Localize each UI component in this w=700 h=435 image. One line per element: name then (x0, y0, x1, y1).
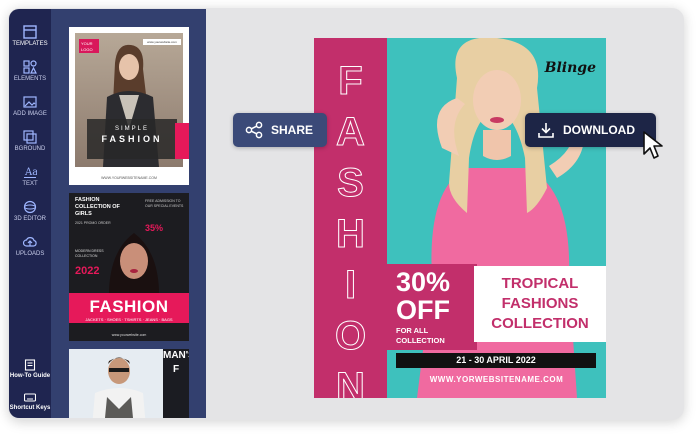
man-photo (92, 357, 146, 418)
template-side-title: MAN'S F (163, 349, 189, 418)
brand-logo: Blinge (544, 60, 596, 76)
sidebar-item-label: BGROUND (14, 146, 46, 152)
collection-text: COLLECTION (396, 336, 445, 345)
sidebar-item-elements[interactable]: ELEMENTS (9, 60, 51, 83)
sidebar-item-label: ADD IMAGE (13, 111, 47, 117)
sidebar-item-how-to-guide[interactable]: How-To Guide (9, 359, 51, 380)
canvas-area: F A S H I O N Blinge 30% OFF FOR ALL COL… (206, 9, 684, 418)
template-title: FASHION (89, 297, 169, 316)
sidebar-item-shortcut-keys[interactable]: Shortcut Keys (9, 391, 51, 412)
sidebar: TEMPLATES ELEMENTS ADD IMAGE BGROUND Aa … (9, 9, 51, 418)
sidebar-item-3d-editor[interactable]: 3D EDITOR (9, 200, 51, 223)
sidebar-item-label: UPLOADS (15, 251, 45, 257)
template-title: FASHION (101, 134, 163, 144)
poster-dates: 21 - 30 APRIL 2022 (396, 353, 596, 368)
sidebar-item-background[interactable]: BGROUND (9, 130, 51, 153)
sidebar-item-uploads[interactable]: UPLOADS (9, 235, 51, 258)
text-icon: Aa (24, 167, 37, 178)
template-subtitle: SIMPLE (114, 126, 149, 132)
discount-percent: 30% (396, 267, 451, 297)
poster-for-all: FOR ALL COLLECTION (396, 326, 445, 346)
poster-letter: N (336, 365, 366, 399)
download-button[interactable]: DOWNLOAD (525, 113, 656, 147)
poster-canvas[interactable]: F A S H I O N Blinge 30% OFF FOR ALL COL… (314, 38, 606, 398)
template-title-band: SIMPLE FASHION (87, 119, 177, 159)
template-year: 2022 (75, 265, 100, 277)
3d-editor-icon (23, 200, 37, 214)
template-card-simple-fashion[interactable]: YOUR LOGO www.yourwebsite.com SIMPLE FAS… (69, 27, 189, 185)
share-icon (245, 121, 263, 139)
keyboard-icon (24, 393, 36, 402)
template-year-note: MODERN DRESS COLLECTION (75, 249, 104, 258)
sidebar-item-add-image[interactable]: ADD IMAGE (9, 95, 51, 118)
poster-headline: TROPICAL FASHIONS COLLECTION (474, 274, 606, 334)
sidebar-item-label: TEXT (22, 181, 38, 187)
template-footer: WWW.YOURWEBSITENAME.COM (101, 176, 157, 180)
share-label: SHARE (271, 123, 314, 137)
guide-icon (24, 359, 36, 371)
sidebar-item-templates[interactable]: TEMPLATES (9, 25, 51, 48)
template-subheading: 2021 PROMO ORDER (75, 221, 111, 225)
poster-website: WWW.YORWEBSITENAME.COM (429, 375, 564, 384)
elements-icon (23, 60, 37, 74)
poster-letter: O (334, 314, 367, 359)
headline-line: TROPICAL (501, 275, 579, 292)
headline-line: COLLECTION (491, 315, 589, 332)
svg-text:Aa: Aa (24, 167, 37, 178)
template-card-fashion-2022[interactable]: FASHION COLLECTION OF GIRLS 2021 PROMO O… (69, 193, 189, 341)
templates-icon (23, 25, 37, 39)
template-url: www.yourwebsite.com (143, 39, 181, 45)
template-heading: FASHION COLLECTION OF GIRLS (75, 197, 120, 217)
headline-line: FASHIONS (501, 295, 579, 312)
share-button[interactable]: SHARE (233, 113, 327, 147)
discount-off: OFF (396, 295, 450, 325)
poster-discount: 30% OFF (396, 268, 450, 324)
sidebar-item-label: How-To Guide (9, 373, 51, 379)
poster-letter: S (337, 161, 365, 206)
poster-letter: I (344, 263, 357, 308)
template-url: www.yourwebsite.com (111, 333, 147, 337)
sidebar-item-label: Shortcut Keys (9, 405, 51, 411)
template-side-text: FREE ADMISSION TO OUR SPECIAL EVENTS (145, 199, 184, 208)
for-all-text: FOR ALL (396, 326, 429, 335)
poster-vertical-word: F A S H I O N (314, 56, 387, 399)
poster-letter: H (336, 212, 366, 257)
sidebar-item-label: ELEMENTS (13, 76, 47, 82)
download-label: DOWNLOAD (563, 123, 635, 137)
sidebar-item-label: TEMPLATES (12, 41, 48, 47)
background-icon (23, 130, 37, 144)
sidebar-item-label: 3D EDITOR (14, 216, 46, 222)
template-accent (175, 123, 189, 159)
template-subtitle: JACKETS · SHOES · TSHIRTS · JEANS · BAGS (85, 317, 173, 322)
template-logo: YOUR LOGO (79, 39, 99, 53)
sidebar-item-text[interactable]: Aa TEXT (9, 165, 51, 188)
template-discount: 35% (145, 223, 164, 233)
mouse-cursor-icon (643, 131, 663, 159)
uploads-icon (23, 237, 37, 247)
templates-panel: YOUR LOGO www.yourwebsite.com SIMPLE FAS… (51, 9, 206, 418)
template-card-mans-fashion[interactable]: MAN'S F (69, 349, 189, 418)
download-icon (538, 123, 554, 138)
add-image-icon (23, 96, 37, 108)
poster-letter: F (338, 59, 363, 104)
